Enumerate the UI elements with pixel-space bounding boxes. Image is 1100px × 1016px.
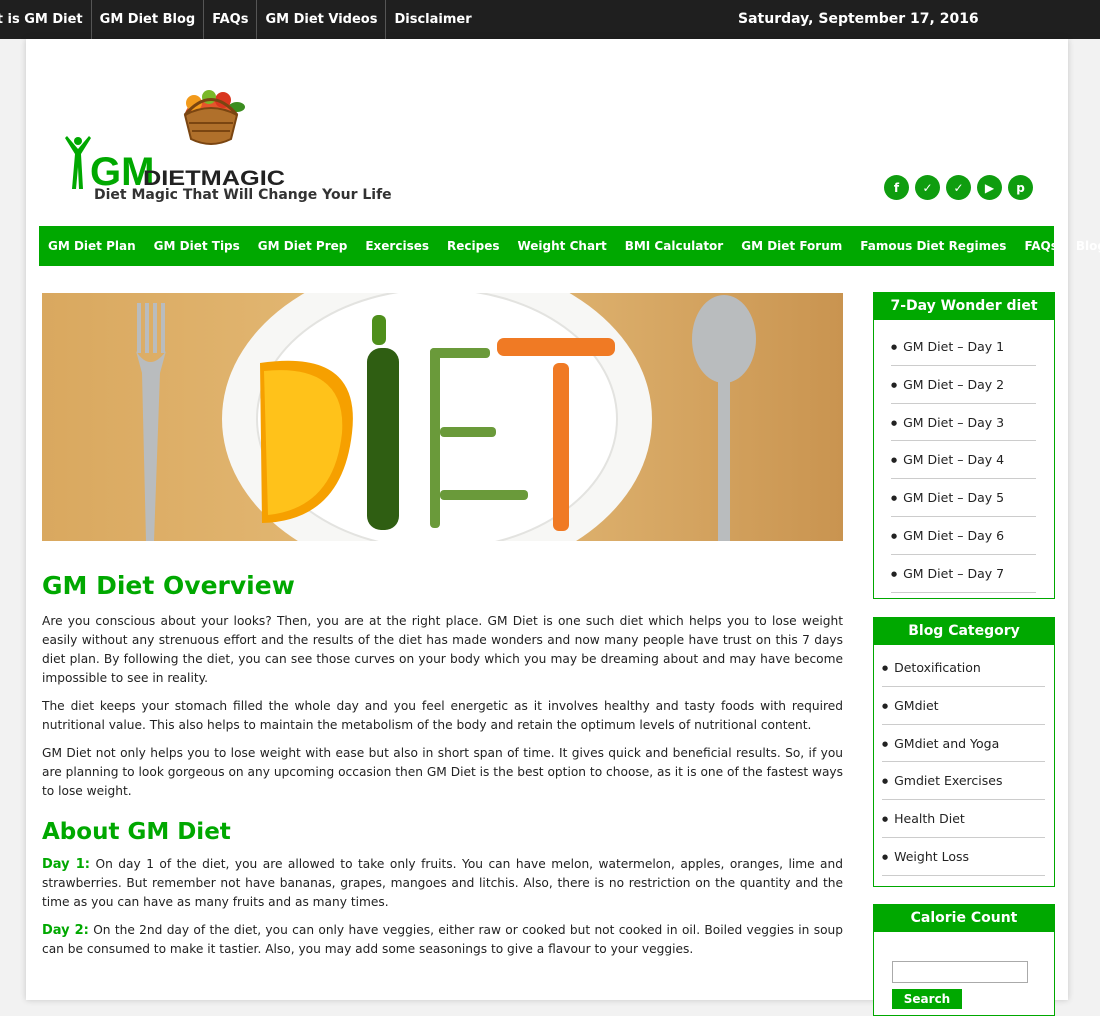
day-label: Day 2: xyxy=(42,923,89,938)
widget-title: Blog Category xyxy=(874,618,1054,645)
day-paragraph: Day 1: On day 1 of the diet, you are all… xyxy=(42,855,843,912)
nav-bmi-calculator[interactable]: BMI Calculator xyxy=(616,226,733,266)
wonder-diet-widget: 7-Day Wonder diet GM Diet – Day 1 GM Die… xyxy=(873,292,1055,599)
person-icon xyxy=(65,136,91,189)
overview-paragraph: The diet keeps your stomach filled the w… xyxy=(42,699,843,732)
wonder-link-day-7[interactable]: GM Diet – Day 7 xyxy=(891,555,1036,593)
top-link-disclaimer[interactable]: Disclaimer xyxy=(386,0,479,39)
category-link-detoxification[interactable]: Detoxification xyxy=(882,649,1045,687)
facebook-icon[interactable]: f xyxy=(884,175,909,200)
calorie-search-button[interactable]: Search xyxy=(892,989,962,1009)
about-title: About GM Diet xyxy=(42,819,231,845)
top-bar: at is GM Diet GM Diet Blog FAQs GM Diet … xyxy=(0,0,1100,39)
day-label: Day 1: xyxy=(42,857,91,872)
pinterest-icon[interactable]: p xyxy=(1008,175,1033,200)
wonder-link-day-3[interactable]: GM Diet – Day 3 xyxy=(891,404,1036,442)
top-link-faqs[interactable]: FAQs xyxy=(204,0,258,39)
day-text: On day 1 of the diet, you are allowed to… xyxy=(42,857,843,909)
day-paragraph: Day 2: On the 2nd day of the diet, you c… xyxy=(42,921,843,959)
social-icons: f ✓ ✓ ▶ p xyxy=(884,175,1033,200)
nav-blog[interactable]: Blog xyxy=(1067,226,1100,266)
nav-weight-chart[interactable]: Weight Chart xyxy=(508,226,615,266)
nav-exercises[interactable]: Exercises xyxy=(356,226,438,266)
blog-category-widget: Blog Category Detoxification GMdiet GMdi… xyxy=(873,617,1055,887)
page-container: GM DIETMAGIC Diet Magic That Will Change… xyxy=(26,39,1100,1016)
main-nav: GM Diet Plan GM Diet Tips GM Diet Prep E… xyxy=(39,226,1100,266)
category-link-weight-loss[interactable]: Weight Loss xyxy=(882,838,1045,876)
overview-paragraph: GM Diet not only helps you to lose weigh… xyxy=(42,746,843,798)
top-nav: at is GM Diet GM Diet Blog FAQs GM Diet … xyxy=(0,0,480,39)
category-link-gmdiet[interactable]: GMdiet xyxy=(882,687,1045,725)
nav-famous-diet-regimes[interactable]: Famous Diet Regimes xyxy=(851,226,1015,266)
category-link-health-diet[interactable]: Health Diet xyxy=(882,800,1045,838)
current-date: Saturday, September 17, 2016 xyxy=(738,11,979,27)
wonder-link-day-2[interactable]: GM Diet – Day 2 xyxy=(891,366,1036,404)
wonder-link-day-6[interactable]: GM Diet – Day 6 xyxy=(891,517,1036,555)
twitter-icon[interactable]: ✓ xyxy=(946,175,971,200)
youtube-icon[interactable]: ▶ xyxy=(977,175,1002,200)
nav-faqs[interactable]: FAQs xyxy=(1015,226,1066,266)
hero-image xyxy=(42,293,843,541)
calorie-search-input[interactable] xyxy=(892,961,1028,983)
nav-gm-diet-forum[interactable]: GM Diet Forum xyxy=(732,226,851,266)
widget-title: 7-Day Wonder diet xyxy=(874,293,1054,320)
nav-gm-diet-plan[interactable]: GM Diet Plan xyxy=(39,226,145,266)
site-tagline: Diet Magic That Will Change Your Life xyxy=(94,187,392,203)
calorie-count-widget: Calorie Count Search xyxy=(873,904,1055,1016)
twitter-icon[interactable]: ✓ xyxy=(915,175,940,200)
nav-gm-diet-prep[interactable]: GM Diet Prep xyxy=(249,226,357,266)
nav-gm-diet-tips[interactable]: GM Diet Tips xyxy=(145,226,249,266)
widget-title: Calorie Count xyxy=(874,905,1054,932)
category-link-gmdiet-yoga[interactable]: GMdiet and Yoga xyxy=(882,725,1045,763)
wonder-link-day-1[interactable]: GM Diet – Day 1 xyxy=(891,328,1036,366)
main-content: GM Diet Overview Are you conscious about… xyxy=(42,571,843,968)
wonder-link-day-5[interactable]: GM Diet – Day 5 xyxy=(891,479,1036,517)
top-link-what-is-gm-diet[interactable]: at is GM Diet xyxy=(0,0,92,39)
overview-title: GM Diet Overview xyxy=(42,571,295,600)
nav-recipes[interactable]: Recipes xyxy=(438,226,508,266)
day-text: On the 2nd day of the diet, you can only… xyxy=(42,923,843,956)
overview-paragraph: Are you conscious about your looks? Then… xyxy=(42,614,843,685)
basket-icon xyxy=(183,90,245,145)
wonder-link-day-4[interactable]: GM Diet – Day 4 xyxy=(891,441,1036,480)
category-link-gmdiet-exercises[interactable]: Gmdiet Exercises xyxy=(882,762,1045,801)
top-link-gm-diet-videos[interactable]: GM Diet Videos xyxy=(257,0,387,39)
top-link-gm-diet-blog[interactable]: GM Diet Blog xyxy=(92,0,205,39)
